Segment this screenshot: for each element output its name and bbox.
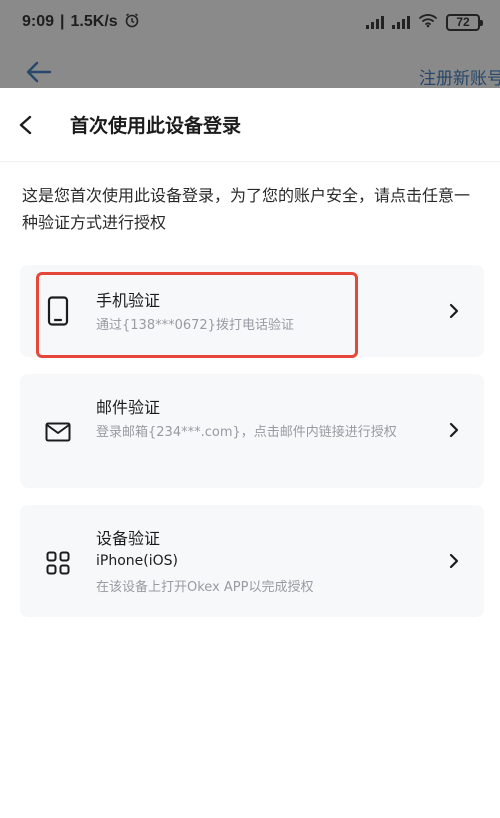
background-header: 注册新账号 — [0, 56, 500, 92]
devices-grid-icon — [44, 549, 72, 577]
mail-icon — [44, 418, 72, 446]
sheet-header: 首次使用此设备登录 — [0, 88, 500, 162]
wifi-icon — [418, 12, 438, 33]
option-subtitle: 登录邮箱{234***.com}，点击邮件内链接进行授权 — [96, 425, 397, 440]
option-subtitle: 通过{138***0672}拨打电话验证 — [96, 318, 294, 333]
phone-icon — [44, 296, 72, 326]
page-title: 首次使用此设备登录 — [70, 115, 242, 137]
status-right: 72 — [366, 12, 483, 33]
signal-icon — [366, 15, 384, 29]
divider: | — [60, 13, 65, 30]
status-left: 9:09 | 1.5K/s — [22, 12, 140, 33]
intro-text: 这是您首次使用此设备登录，为了您的账户安全，请点击任意一种验证方式进行授权 — [22, 186, 471, 232]
option-device-verification[interactable]: 设备验证 iPhone(iOS) 在该设备上打开Okex APP以完成授权 — [20, 505, 484, 617]
battery-icon: 72 — [446, 13, 483, 31]
alarm-icon — [124, 12, 140, 33]
chevron-right-icon — [446, 303, 462, 319]
chevron-right-icon — [446, 553, 462, 569]
register-link: 注册新账号 — [419, 69, 500, 88]
option-device-name: iPhone(iOS) — [96, 553, 178, 569]
network-speed: 1.5K/s — [70, 13, 118, 30]
option-phone-verification[interactable]: 手机验证 通过{138***0672}拨打电话验证 — [20, 265, 484, 357]
clock: 9:09 — [22, 13, 55, 30]
option-title: 邮件验证 — [96, 398, 161, 417]
back-chevron-icon[interactable] — [16, 111, 44, 139]
status-bar: 9:09 | 1.5K/s 72 — [0, 0, 500, 44]
option-title: 设备验证 — [96, 529, 161, 548]
option-title: 手机验证 — [96, 291, 161, 310]
signal-hd-icon — [392, 15, 410, 29]
option-email-verification[interactable]: 邮件验证 登录邮箱{234***.com}，点击邮件内链接进行授权 — [20, 374, 484, 488]
option-subtitle: 在该设备上打开Okex APP以完成授权 — [96, 580, 314, 595]
back-arrow-icon — [26, 61, 52, 88]
chevron-right-icon — [446, 422, 462, 438]
